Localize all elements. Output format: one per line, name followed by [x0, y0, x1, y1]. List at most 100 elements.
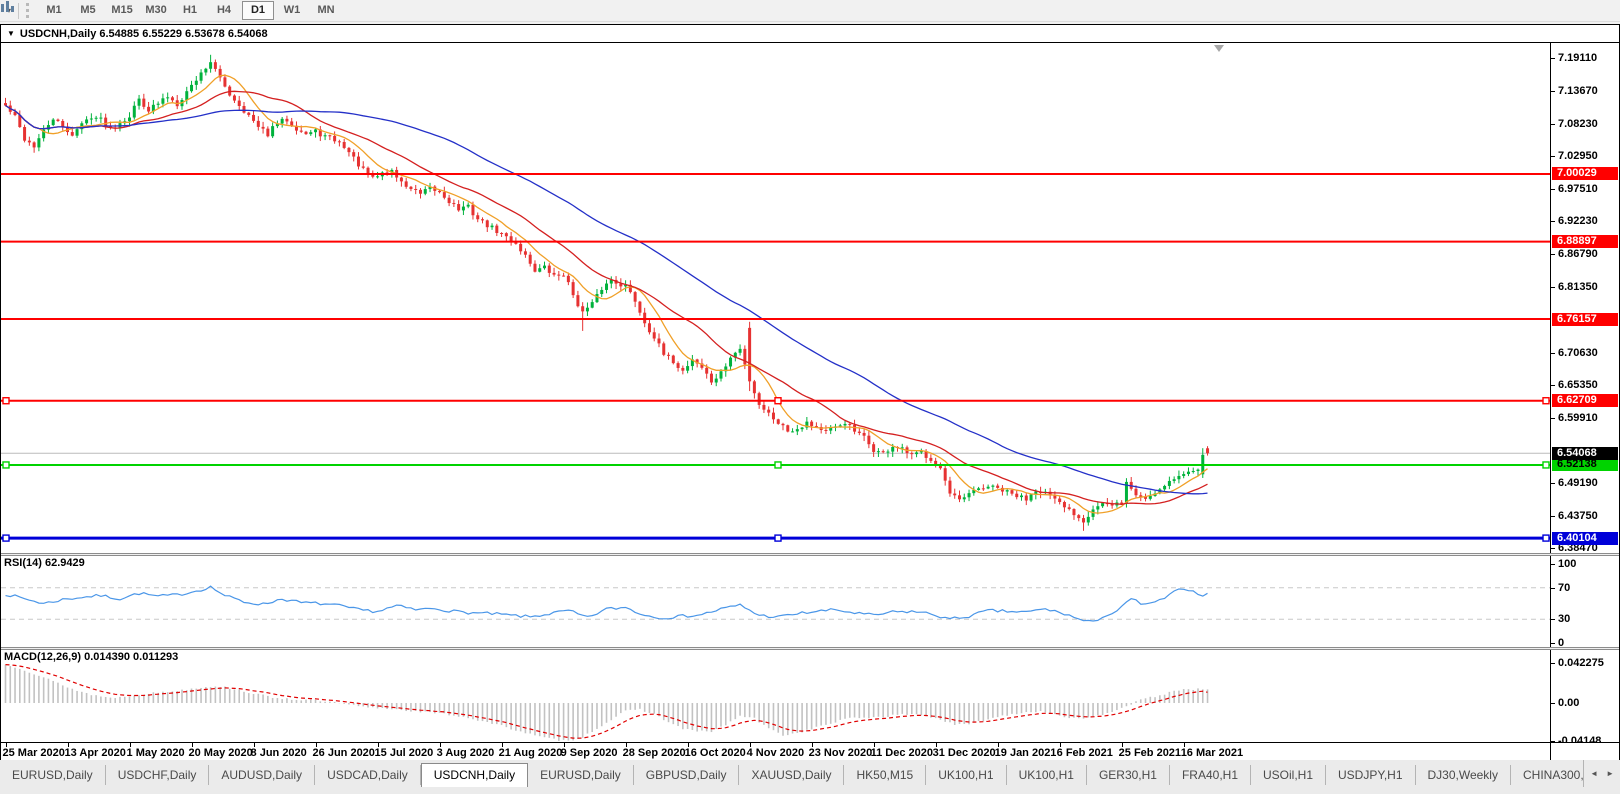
line-handle[interactable]	[774, 534, 782, 542]
chart-type-button[interactable]: ▾	[0, 0, 15, 21]
tab-eurusd-daily[interactable]: EURUSD,Daily	[0, 765, 106, 785]
ma-line-medium	[5, 90, 1208, 505]
macd-axis-label: 0.00	[1558, 697, 1580, 709]
price-badge-7.00029: 7.00029	[1552, 167, 1618, 181]
chart-title-bar: ▼ USDCNH,Daily 6.54885 6.55229 6.53678 6…	[1, 25, 1619, 43]
price-axis-tick	[1551, 515, 1555, 517]
price-badge-6.52138: 6.52138	[1552, 458, 1618, 472]
tab-usdcad-daily[interactable]: USDCAD,Daily	[315, 765, 421, 785]
price-axis-tick	[1551, 254, 1555, 256]
timeframe-button-h1[interactable]: H1	[174, 1, 206, 20]
rsi-axis-label: 100	[1558, 558, 1577, 570]
rsi-chart[interactable]	[1, 556, 1550, 647]
price-axis-label: 6.92230	[1558, 215, 1598, 228]
date-label: 16 Mar 2021	[1180, 747, 1244, 759]
tab-dj30-weekly[interactable]: DJ30,Weekly	[1416, 765, 1511, 785]
toolbar-grip-handle[interactable]	[26, 3, 33, 18]
tab-usoil-h1[interactable]: USOil,H1	[1251, 765, 1327, 785]
line-handle[interactable]	[1542, 461, 1550, 469]
macd-pane[interactable]: MACD(12,26,9) 0.014390 0.011293 0.042275…	[1, 650, 1619, 747]
price-axis-tick	[1551, 352, 1555, 354]
timeframe-button-m30[interactable]: M30	[140, 1, 172, 20]
line-handle[interactable]	[2, 397, 10, 405]
timeframe-button-m5[interactable]: M5	[72, 1, 104, 20]
macd-axis-tick	[1551, 703, 1555, 704]
rsi-axis-tick	[1551, 643, 1555, 644]
tab-usdcnh-daily[interactable]: USDCNH,Daily	[420, 763, 529, 787]
price-axis-tick	[1551, 124, 1555, 126]
line-handle[interactable]	[2, 534, 10, 542]
tab-scroll-right-icon[interactable]: ►	[1606, 769, 1614, 778]
price-axis-tick	[1551, 189, 1555, 191]
date-label: 28 Sep 2020	[622, 747, 686, 759]
rsi-axis-label: 30	[1558, 613, 1571, 626]
price-pane[interactable]: 7.19110 7.13670 7.08230 7.02950 6.97510 6.922…	[1, 43, 1619, 554]
price-axis-tick	[1551, 482, 1555, 484]
price-axis-label: 6.81350	[1558, 281, 1598, 294]
rsi-axis-label: 70	[1558, 581, 1571, 594]
chart-shift-marker-icon[interactable]	[1214, 45, 1224, 52]
price-badge-6.62709: 6.62709	[1552, 394, 1618, 408]
chart-tabs: EURUSD,Daily USDCHF,Daily AUDUSD,Daily USDC…	[0, 760, 1583, 787]
price-axis-label: 7.08230	[1558, 118, 1598, 131]
date-label: 20 May 2020	[188, 747, 253, 759]
timeframe-buttons: M1 M5 M15 M30 H1 H4 D1 W1 MN	[37, 1, 343, 20]
price-badge-6.88897: 6.88897	[1552, 235, 1618, 249]
macd-histogram	[4, 664, 1209, 741]
tab-xauusd-daily[interactable]: XAUUSD,Daily	[739, 765, 845, 785]
toolbar-separator	[18, 2, 20, 19]
price-axis-tick	[1551, 384, 1555, 386]
price-axis-tick	[1551, 156, 1555, 158]
price-axis-label: 6.97510	[1558, 183, 1598, 196]
tab-gbpusd-daily[interactable]: GBPUSD,Daily	[634, 765, 740, 785]
macd-chart[interactable]	[1, 650, 1550, 742]
tab-scroll-left-icon[interactable]: ◄	[1590, 769, 1598, 778]
price-axis-label: 6.59910	[1558, 411, 1598, 424]
tab-uk100-h1[interactable]: UK100,H1	[1007, 765, 1087, 785]
rsi-line	[5, 585, 1208, 622]
tab-audusd-daily[interactable]: AUDUSD,Daily	[209, 765, 316, 785]
line-handle[interactable]	[1542, 397, 1550, 405]
line-handle[interactable]	[774, 461, 782, 469]
date-label: 26 Jun 2020	[312, 747, 375, 759]
price-chart[interactable]	[1, 43, 1550, 553]
timeframe-button-w1[interactable]: W1	[276, 1, 308, 20]
timeframe-button-m15[interactable]: M15	[106, 1, 138, 20]
rsi-axis-tick	[1551, 619, 1555, 621]
rsi-pane[interactable]: RSI(14) 62.9429 100 70 30 0	[1, 556, 1619, 649]
date-label: 15 Jul 2020	[374, 747, 434, 759]
tab-usdchf-daily[interactable]: USDCHF,Daily	[106, 765, 210, 785]
price-axis[interactable]: 7.19110 7.13670 7.08230 7.02950 6.97510 6.922…	[1550, 43, 1619, 554]
price-axis-label: 7.13670	[1558, 85, 1598, 98]
tab-scroll-buttons: ◄ ►	[1583, 760, 1620, 787]
ma-line-slow	[5, 104, 1208, 495]
timeframe-button-h4[interactable]: H4	[208, 1, 240, 20]
trading-app: ▾ M1 M5 M15 M30 H1 H4 D1 W1 MN ▼ USDCNH,Daily 6.…	[0, 0, 1620, 794]
line-handle[interactable]	[2, 461, 10, 469]
price-axis-tick	[1551, 221, 1555, 223]
date-label: 8 Jun 2020	[250, 747, 307, 759]
tab-hk50-m15[interactable]: HK50,M15	[844, 765, 927, 785]
timeframe-button-d1[interactable]: D1	[242, 1, 275, 20]
price-axis-tick	[1551, 417, 1555, 419]
chart-title-ohlc: USDCNH,Daily 6.54885 6.55229 6.53678 6.5…	[19, 27, 268, 40]
chart-menu-caret-icon[interactable]: ▼	[7, 29, 15, 38]
tab-uk100-h1[interactable]: UK100,H1	[926, 765, 1007, 785]
tab-usdjpy-h1[interactable]: USDJPY,H1	[1326, 765, 1416, 785]
line-handle[interactable]	[774, 397, 782, 405]
tab-ger30-h1[interactable]: GER30,H1	[1087, 765, 1170, 785]
chart-tab-bar: EURUSD,Daily USDCHF,Daily AUDUSD,Daily USDC…	[0, 760, 1620, 787]
rsi-axis-tick	[1551, 564, 1555, 565]
date-axis[interactable]: 25 Mar 2020 13 Apr 2020 1 May 2020 20 May 2…	[1, 742, 1619, 761]
chart-window: ▼ USDCNH,Daily 6.54885 6.55229 6.53678 6…	[0, 24, 1620, 761]
tab-fra40-h1[interactable]: FRA40,H1	[1170, 765, 1251, 785]
tab-eurusd-daily[interactable]: EURUSD,Daily	[528, 765, 634, 785]
timeframe-button-mn[interactable]: MN	[310, 1, 342, 20]
rsi-axis-tick	[1551, 587, 1555, 589]
timeframe-button-m1[interactable]: M1	[38, 1, 70, 20]
line-handle[interactable]	[1542, 534, 1550, 542]
date-label: 9 Sep 2020	[560, 747, 618, 759]
date-axis-corner	[1550, 743, 1619, 761]
price-axis-label: 6.65350	[1558, 378, 1598, 391]
tab-china300-h1[interactable]: CHINA300,H1	[1511, 765, 1583, 785]
